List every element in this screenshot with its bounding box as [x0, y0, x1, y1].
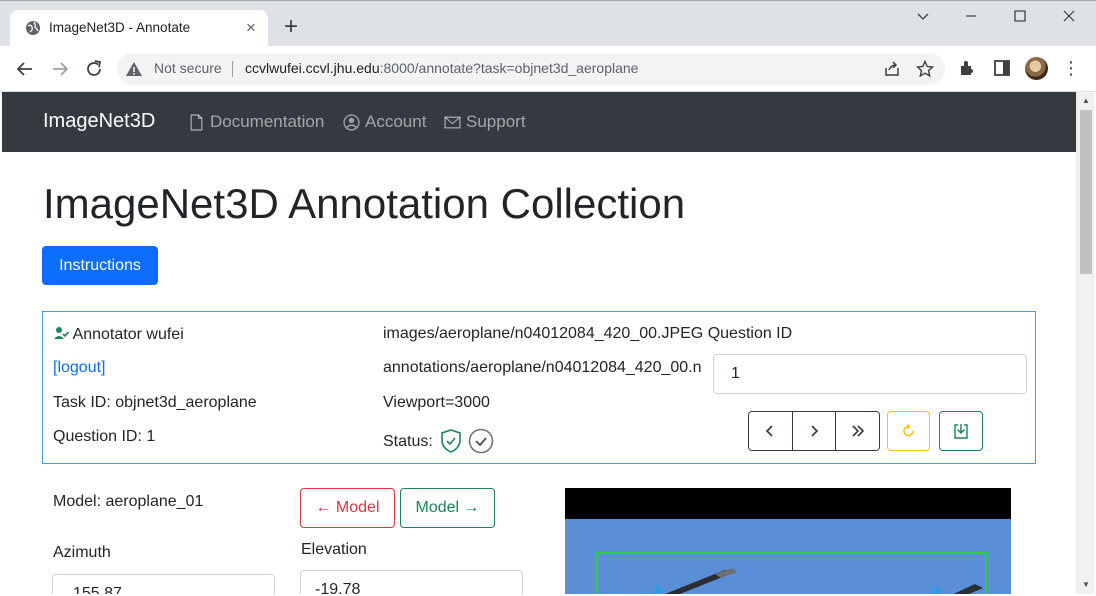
plus-icon[interactable]: + [280, 15, 302, 39]
person-circle-icon [343, 113, 360, 131]
divider [232, 61, 233, 77]
nav-documentation[interactable]: Documentation [188, 112, 324, 132]
close-icon[interactable]: × [242, 19, 260, 37]
save-button[interactable] [939, 411, 983, 451]
share-icon[interactable] [883, 60, 901, 78]
aeroplane-image [653, 568, 983, 594]
chevron-double-right-icon [852, 425, 864, 437]
next-model-button[interactable]: Model → [400, 488, 495, 528]
document-icon [190, 113, 203, 131]
close-window-icon[interactable] [1058, 7, 1080, 29]
security-label: Not secure [154, 60, 222, 76]
tab-title: ImageNet3D - Annotate [49, 20, 191, 35]
status-row: Status: [383, 428, 494, 454]
page-title: ImageNet3D Annotation Collection [43, 180, 686, 227]
star-icon[interactable] [916, 60, 934, 78]
previous-question-button[interactable] [749, 412, 793, 450]
chevron-left-icon [766, 425, 773, 437]
download-icon [954, 424, 968, 439]
elevation-input[interactable]: -19.78 [300, 570, 523, 594]
forward-icon[interactable] [49, 58, 71, 80]
nav-account-label: Account [365, 112, 427, 131]
check-circle-icon [468, 428, 494, 454]
instructions-button[interactable]: Instructions [42, 246, 158, 285]
browser-tab-strip: ImageNet3D - Annotate × + [0, 0, 1096, 47]
question-id: Question ID: 1 [53, 428, 156, 445]
status-label: Status: [383, 433, 433, 450]
logout-link[interactable]: [logout] [53, 359, 105, 377]
reload-icon[interactable] [83, 58, 105, 80]
address-bar[interactable]: Not secure ccvlwufei.ccvl.jhu.edu:8000/a… [117, 53, 945, 85]
viewport-label: Viewport=3000 [383, 394, 490, 411]
navigation-button-group [748, 411, 880, 451]
scroll-down-arrow[interactable]: ▼ [1081, 580, 1091, 590]
azimuth-input[interactable]: 155.87 [52, 574, 275, 594]
info-icon[interactable] [125, 60, 143, 78]
reset-icon [902, 423, 914, 437]
annotation-canvas[interactable] [565, 488, 1011, 594]
elevation-label: Elevation [301, 541, 367, 558]
nav-account[interactable]: Account [343, 112, 426, 132]
previous-model-button[interactable]: ← Model [300, 488, 395, 528]
globe-icon [26, 21, 40, 35]
nav-documentation-label: Documentation [210, 112, 325, 131]
image-path: images/aeroplane/n04012084_420_00.JPEG Q… [383, 325, 793, 342]
url-path: :8000/annotate?task=objnet3d_aeroplane [379, 60, 639, 76]
browser-tab[interactable]: ImageNet3D - Annotate × [10, 10, 268, 47]
minimize-icon[interactable] [960, 7, 982, 29]
url-host: ccvlwufei.ccvl.jhu.edu [245, 60, 380, 76]
url-text[interactable]: ccvlwufei.ccvl.jhu.edu:8000/annotate?tas… [245, 60, 638, 76]
nav-support[interactable]: Support [444, 112, 526, 132]
chevron-right-icon [811, 425, 819, 437]
next-question-button[interactable] [792, 412, 837, 450]
annotator-row: Annotator wufei [53, 325, 184, 344]
question-id-input[interactable]: 1 [713, 354, 1027, 394]
annotation-path: annotations/aeroplane/n04012084_420_00.n [383, 359, 702, 376]
azimuth-label: Azimuth [53, 544, 111, 561]
shield-check-icon [441, 429, 462, 453]
envelope-icon [444, 116, 461, 128]
skip-forward-button[interactable] [836, 412, 879, 450]
page-scrollbar[interactable]: ▲ ▼ [1076, 92, 1094, 594]
scroll-thumb[interactable] [1080, 110, 1092, 274]
side-panel-icon[interactable] [992, 58, 1012, 78]
task-id: Task ID: objnet3d_aeroplane [53, 394, 257, 411]
menu-icon[interactable]: ⋮ [1062, 57, 1080, 79]
maximize-icon[interactable] [1009, 7, 1031, 29]
back-icon[interactable] [14, 58, 36, 80]
site-navbar: ImageNet3D Documentation Account Support [2, 92, 1076, 152]
annotator-label: Annotator wufei [72, 326, 184, 343]
brand-link[interactable]: ImageNet3D [43, 110, 155, 133]
model-label: Model: aeroplane_01 [53, 493, 204, 510]
chevron-down-icon[interactable] [912, 7, 934, 29]
annotation-info-panel: Annotator wufei [logout] Task ID: objnet… [42, 311, 1036, 464]
scroll-up-arrow[interactable]: ▲ [1081, 96, 1091, 106]
page-viewport: ImageNet3D Documentation Account Support [2, 92, 1076, 594]
profile-avatar[interactable] [1025, 57, 1048, 80]
reset-button[interactable] [887, 411, 930, 451]
nav-support-label: Support [466, 112, 526, 131]
extensions-icon[interactable] [958, 58, 978, 78]
browser-toolbar: Not secure ccvlwufei.ccvl.jhu.edu:8000/a… [0, 46, 1096, 92]
person-check-icon [54, 327, 70, 339]
